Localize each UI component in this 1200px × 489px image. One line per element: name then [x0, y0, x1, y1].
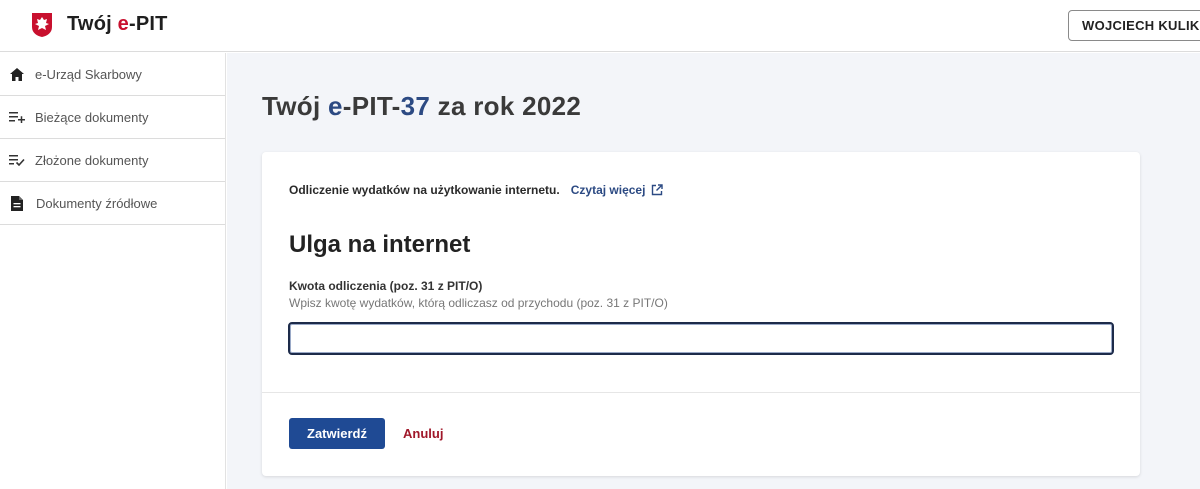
- user-account-button[interactable]: WOJCIECH KULIK: [1068, 10, 1200, 41]
- form-card: Odliczenie wydatków na użytkowanie inter…: [262, 152, 1140, 476]
- top-bar: Twój e-PIT WOJCIECH KULIK: [0, 0, 1200, 52]
- deduction-amount-label: Kwota odliczenia (poz. 31 z PIT/O): [289, 279, 483, 293]
- app-title[interactable]: Twój e-PIT: [67, 13, 168, 36]
- sidebar-item-biezace[interactable]: Bieżące dokumenty: [0, 96, 225, 139]
- read-more-label: Czytaj więcej: [570, 183, 646, 197]
- page-title-e: e: [328, 91, 343, 121]
- deduction-amount-input[interactable]: [288, 322, 1114, 355]
- sidebar-item-zrodlowe[interactable]: Dokumenty źródłowe: [0, 182, 225, 225]
- external-link-icon: [652, 184, 664, 196]
- sidebar-item-zlozone[interactable]: Złożone dokumenty: [0, 139, 225, 182]
- submit-button[interactable]: Zatwierdź: [289, 418, 385, 449]
- sidebar-item-label: Dokumenty źródłowe: [36, 195, 158, 211]
- list-check-icon: [9, 152, 25, 168]
- cancel-button[interactable]: Anuluj: [403, 426, 443, 441]
- app-title-suffix: -PIT: [128, 13, 168, 35]
- sidebar-item-label: Bieżące dokumenty: [35, 109, 149, 125]
- sidebar-item-label: e-Urząd Skarbowy: [35, 66, 142, 82]
- card-divider: [262, 392, 1140, 393]
- home-icon: [9, 66, 25, 82]
- sidebar-item-e-urzad[interactable]: e-Urząd Skarbowy: [0, 53, 225, 96]
- page-title-number: 37: [400, 91, 431, 121]
- deduction-amount-hint: Wpisz kwotę wydatków, którą odliczasz od…: [289, 296, 668, 310]
- emblem-logo-icon: [32, 13, 52, 37]
- document-icon: [9, 195, 25, 211]
- page-title-pit: -PIT-: [342, 91, 401, 121]
- list-add-icon: [9, 109, 25, 125]
- info-text: Odliczenie wydatków na użytkowanie inter…: [289, 183, 560, 197]
- read-more-link[interactable]: Czytaj więcej: [571, 183, 664, 197]
- page-title-prefix: Twój: [262, 91, 329, 121]
- app-title-prefix: Twój: [67, 13, 118, 35]
- main-content: Twój e-PIT-37 za rok 2022 Odliczenie wyd…: [227, 53, 1200, 489]
- app-title-accent: e: [117, 13, 129, 35]
- section-title: Ulga na internet: [289, 231, 471, 258]
- info-line: Odliczenie wydatków na użytkowanie inter…: [289, 183, 664, 197]
- page-title-suffix: za rok 2022: [430, 91, 582, 121]
- sidebar-item-label: Złożone dokumenty: [35, 152, 149, 168]
- sidebar: e-Urząd Skarbowy Bieżące dokumenty Złożo…: [0, 53, 226, 489]
- page-title: Twój e-PIT-37 za rok 2022: [262, 91, 581, 122]
